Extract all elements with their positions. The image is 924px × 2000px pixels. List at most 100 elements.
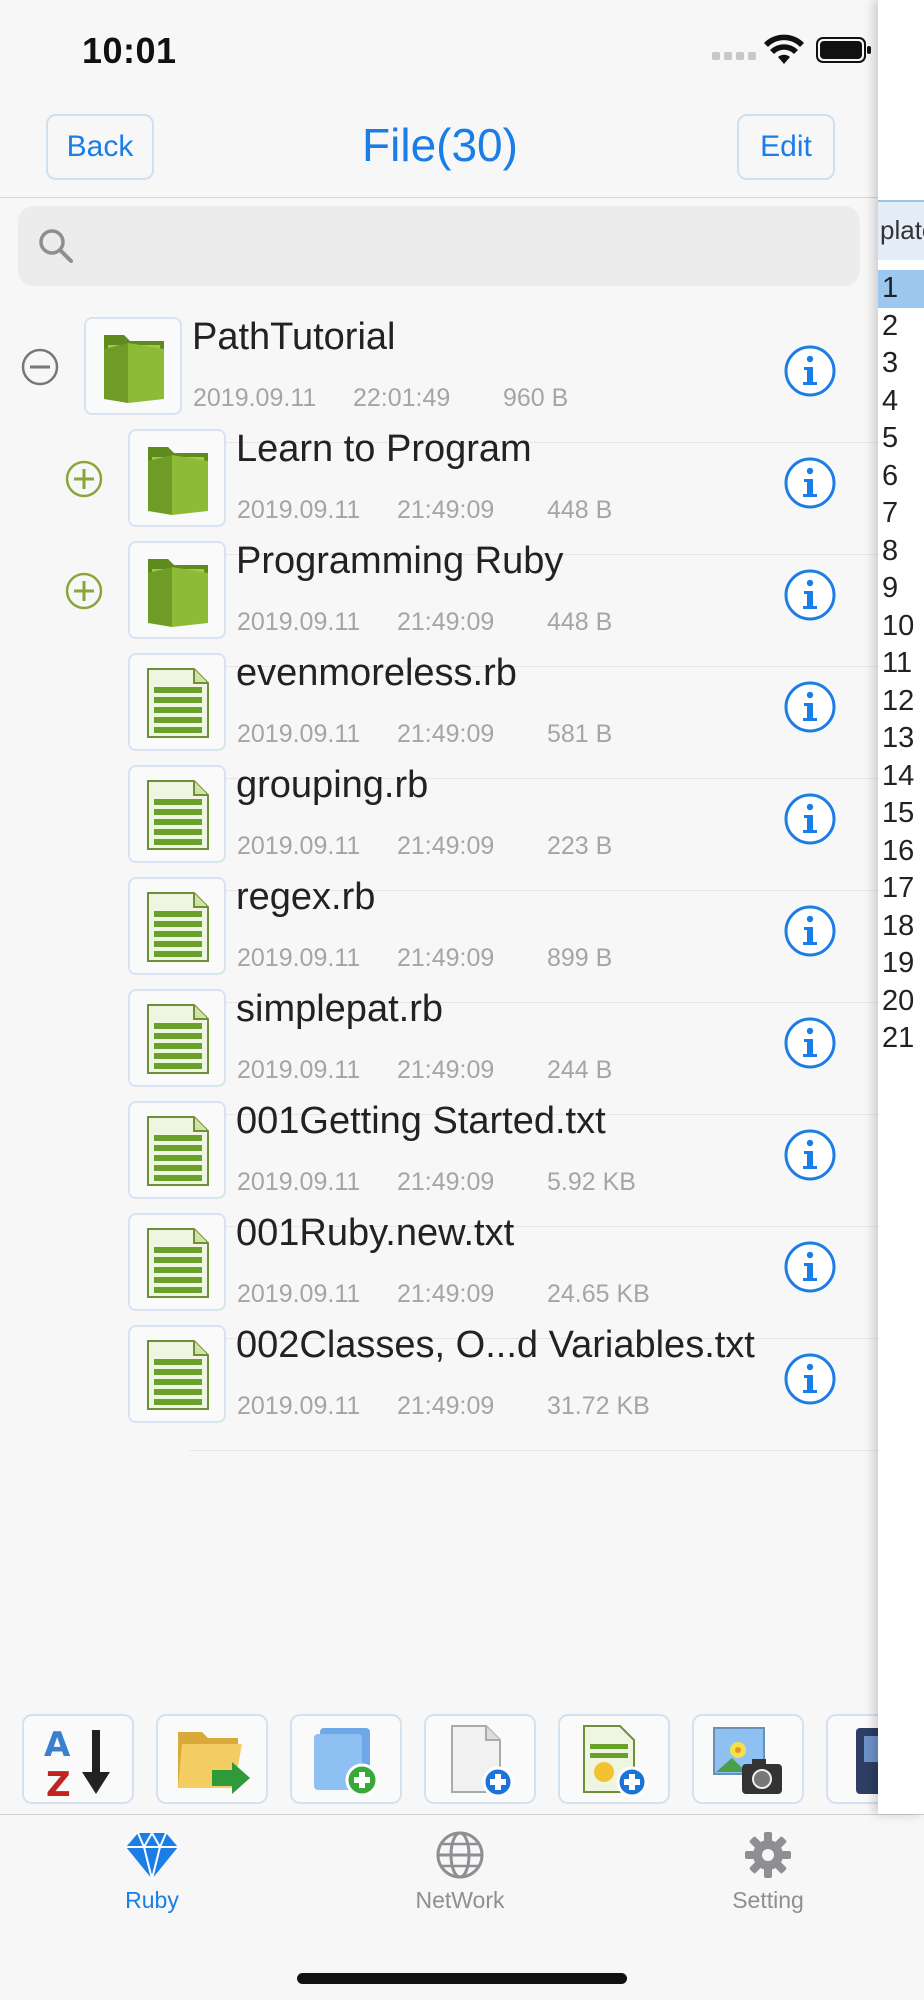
- tab-label: Ruby: [125, 1887, 179, 1913]
- tab-ruby[interactable]: Ruby: [72, 1829, 232, 1939]
- file-date: 2019.09.11: [237, 1280, 361, 1308]
- row-divider: [190, 1450, 880, 1451]
- file-time: 21:49:09: [397, 1168, 495, 1196]
- line-number: 12: [882, 684, 915, 717]
- file-size: 223 B: [547, 832, 613, 860]
- line-number: 20: [882, 984, 915, 1017]
- file-name: evenmoreless.rb: [236, 652, 517, 694]
- file-name: 001Getting Started.txt: [236, 1100, 606, 1142]
- file-name: Programming Ruby: [236, 540, 564, 582]
- app-root: 10:01 Back File(30) Edit PathTutorial 20: [0, 0, 924, 2000]
- new-folder-button[interactable]: [290, 1714, 402, 1804]
- file-size: 244 B: [547, 1056, 613, 1084]
- file-time: 21:49:09: [397, 1280, 495, 1308]
- globe-icon: [380, 1829, 540, 1881]
- edit-button-label: Edit: [760, 130, 812, 163]
- search-input[interactable]: [88, 216, 848, 276]
- file-date: 2019.09.11: [237, 608, 361, 636]
- line-number: 4: [882, 384, 899, 417]
- file-list: PathTutorial 2019.09.11 22:01:49 960 B Learn…: [0, 300, 880, 1702]
- file-size: 448 B: [547, 496, 613, 524]
- file-time: 21:49:09: [397, 1056, 495, 1084]
- line-number: 18: [882, 909, 915, 942]
- home-indicator: [297, 1973, 627, 1984]
- file-time: 22:01:49: [353, 384, 451, 412]
- svg-text:A: A: [44, 1725, 71, 1765]
- file-size: 24.65 KB: [547, 1280, 650, 1308]
- file-size: 581 B: [547, 720, 613, 748]
- move-folder-button[interactable]: [156, 1714, 268, 1804]
- search-bar[interactable]: [18, 206, 860, 286]
- folder-icon: [128, 541, 226, 639]
- line-number: 6: [882, 459, 899, 492]
- wifi-icon: [764, 34, 804, 64]
- new-file-button[interactable]: [424, 1714, 536, 1804]
- file-name: 002Classes, O...d Variables.txt: [236, 1324, 755, 1366]
- tab-setting[interactable]: Setting: [688, 1829, 848, 1939]
- line-number: 13: [882, 722, 915, 754]
- line-number: 17: [882, 872, 915, 904]
- file-date: 2019.09.11: [237, 832, 361, 860]
- sort-az-button[interactable]: AZ: [22, 1714, 134, 1804]
- status-time: 10:01: [82, 30, 177, 71]
- new-text-file-button[interactable]: [558, 1714, 670, 1804]
- edit-button[interactable]: Edit: [737, 114, 835, 180]
- tab-network[interactable]: NetWork: [380, 1829, 540, 1939]
- line-number: 9: [882, 572, 899, 604]
- expand-icon[interactable]: [64, 459, 104, 499]
- line-number: 3: [882, 347, 899, 379]
- line-numbers: 1 2 3 4 5 6 7 8 9 10 11 12 13 14 15 16 17 18 19 20 21: [878, 270, 924, 1058]
- line-number: 11: [882, 647, 913, 679]
- line-number: 8: [882, 534, 899, 567]
- file-row[interactable]: 002Classes, O...d Variables.txt 2019.09.1…: [0, 1308, 880, 1451]
- info-icon[interactable]: [782, 791, 838, 847]
- info-icon[interactable]: [782, 1239, 838, 1295]
- text-file-icon: [128, 989, 226, 1087]
- line-number: 19: [882, 947, 915, 979]
- info-icon[interactable]: [782, 1127, 838, 1183]
- file-name: Learn to Program: [236, 428, 532, 470]
- editor-side-panel[interactable]: plate 123456789101112131415161718192021: [878, 0, 924, 1814]
- editor-panel-header[interactable]: plate: [878, 200, 924, 260]
- gear-icon: [688, 1829, 848, 1881]
- info-icon[interactable]: [782, 343, 838, 399]
- file-size: 448 B: [547, 608, 613, 636]
- line-number: 16: [882, 834, 915, 867]
- book-button[interactable]: [826, 1714, 880, 1804]
- file-date: 2019.09.11: [193, 384, 317, 412]
- expand-icon[interactable]: [64, 571, 104, 611]
- battery-icon: [816, 37, 871, 63]
- file-name: 001Ruby.new.txt: [236, 1212, 515, 1254]
- info-icon[interactable]: [782, 1351, 838, 1407]
- line-number: 2: [882, 309, 899, 342]
- line-number: 10: [882, 609, 915, 642]
- ruby-gem-icon: [72, 1829, 232, 1881]
- status-bar: 10:01: [0, 0, 880, 100]
- line-number: 5: [882, 422, 899, 454]
- search-icon: [39, 229, 73, 263]
- info-icon[interactable]: [782, 567, 838, 623]
- collapse-icon[interactable]: [20, 347, 60, 387]
- info-icon[interactable]: [782, 1015, 838, 1071]
- file-time: 21:49:09: [397, 1392, 495, 1420]
- info-icon[interactable]: [782, 455, 838, 511]
- cellular-signal-icon: [712, 52, 756, 60]
- file-date: 2019.09.11: [237, 720, 361, 748]
- tab-label: Setting: [732, 1887, 804, 1913]
- text-file-icon: [128, 1325, 226, 1423]
- text-file-icon: [128, 653, 226, 751]
- info-icon[interactable]: [782, 903, 838, 959]
- file-date: 2019.09.11: [237, 1056, 361, 1084]
- action-toolbar: AZ: [0, 1702, 880, 1814]
- file-name: grouping.rb: [236, 764, 429, 806]
- photo-camera-button[interactable]: [692, 1714, 804, 1804]
- info-icon[interactable]: [782, 679, 838, 735]
- line-number: 1: [878, 270, 924, 308]
- file-time: 21:49:09: [397, 496, 495, 524]
- file-time: 21:49:09: [397, 608, 495, 636]
- file-date: 2019.09.11: [237, 944, 361, 972]
- file-date: 2019.09.11: [237, 1168, 361, 1196]
- line-number: 21: [882, 1022, 915, 1054]
- tab-bar: Ruby NetWork Setting: [0, 1814, 924, 2000]
- file-size: 899 B: [547, 944, 613, 972]
